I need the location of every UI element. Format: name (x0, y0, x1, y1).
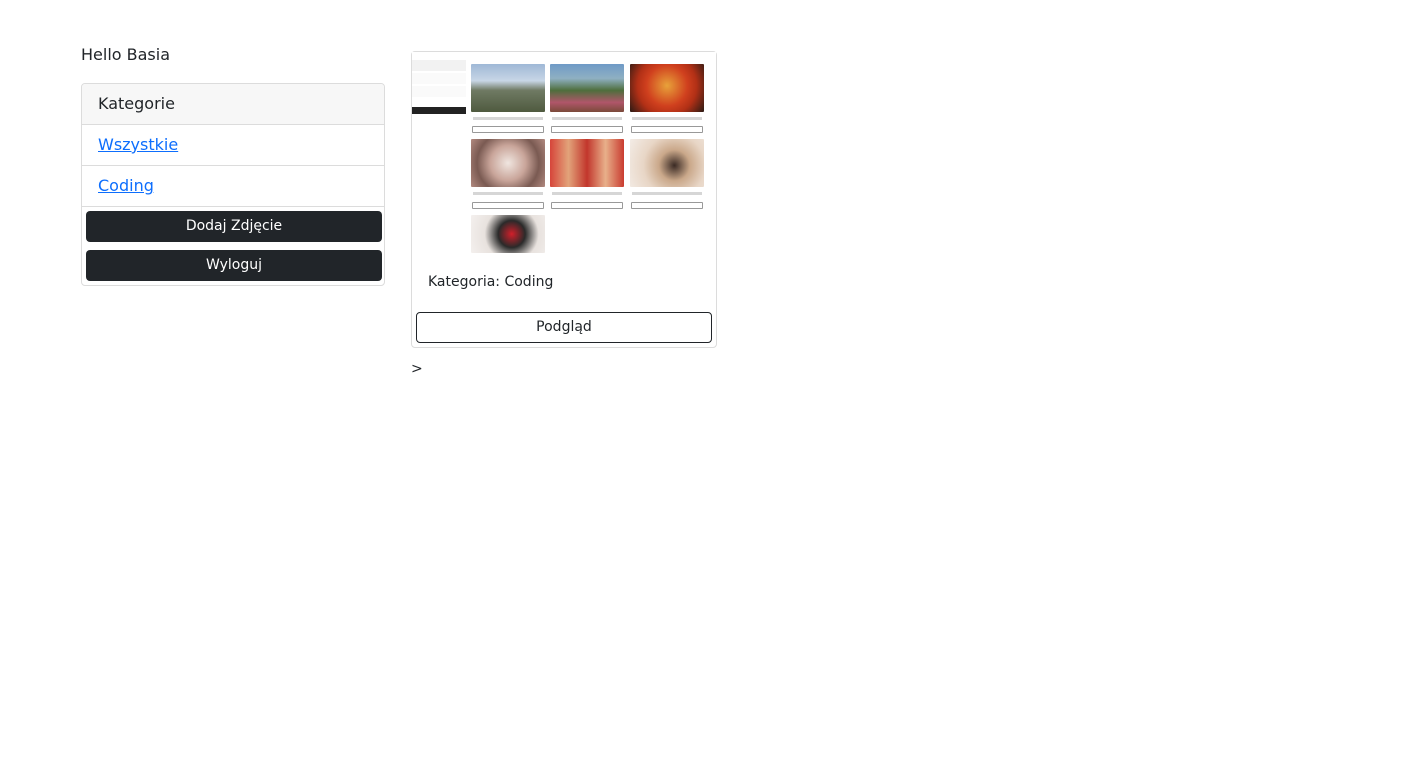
photo-category-caption: Kategoria: Coding (428, 274, 554, 290)
thumbnail-sidebar (412, 60, 466, 120)
category-link-coding[interactable]: Coding (98, 176, 154, 195)
category-link-all[interactable]: Wszystkie (98, 135, 178, 154)
photo-thumbnail (412, 52, 716, 253)
photo-card: Kategoria: Coding Podgląd (411, 51, 717, 348)
sidebar-actions: Dodaj Zdjęcie Wyloguj (82, 207, 384, 285)
greeting-text: Hello Basia (81, 45, 171, 64)
thumbnail-valley (550, 64, 624, 112)
thumbnail-dog-gloves (471, 215, 545, 253)
category-item-all: Wszystkie (82, 125, 384, 166)
thumbnail-mountain (471, 64, 545, 112)
add-photo-button[interactable]: Dodaj Zdjęcie (86, 211, 382, 242)
logout-button[interactable]: Wyloguj (86, 250, 382, 281)
preview-button[interactable]: Podgląd (416, 312, 712, 343)
categories-card: Kategorie Wszystkie Coding Dodaj Zdjęcie… (81, 83, 385, 286)
thumbnail-pug-donut (630, 139, 704, 187)
categories-header: Kategorie (82, 84, 384, 125)
stray-text: > (411, 361, 423, 377)
thumbnail-puppies (550, 139, 624, 187)
thumbnail-cake (471, 139, 545, 187)
page: Hello Basia Kategorie Wszystkie Coding D… (0, 0, 1401, 781)
thumbnail-pizza (630, 64, 704, 112)
category-item-coding: Coding (82, 166, 384, 207)
